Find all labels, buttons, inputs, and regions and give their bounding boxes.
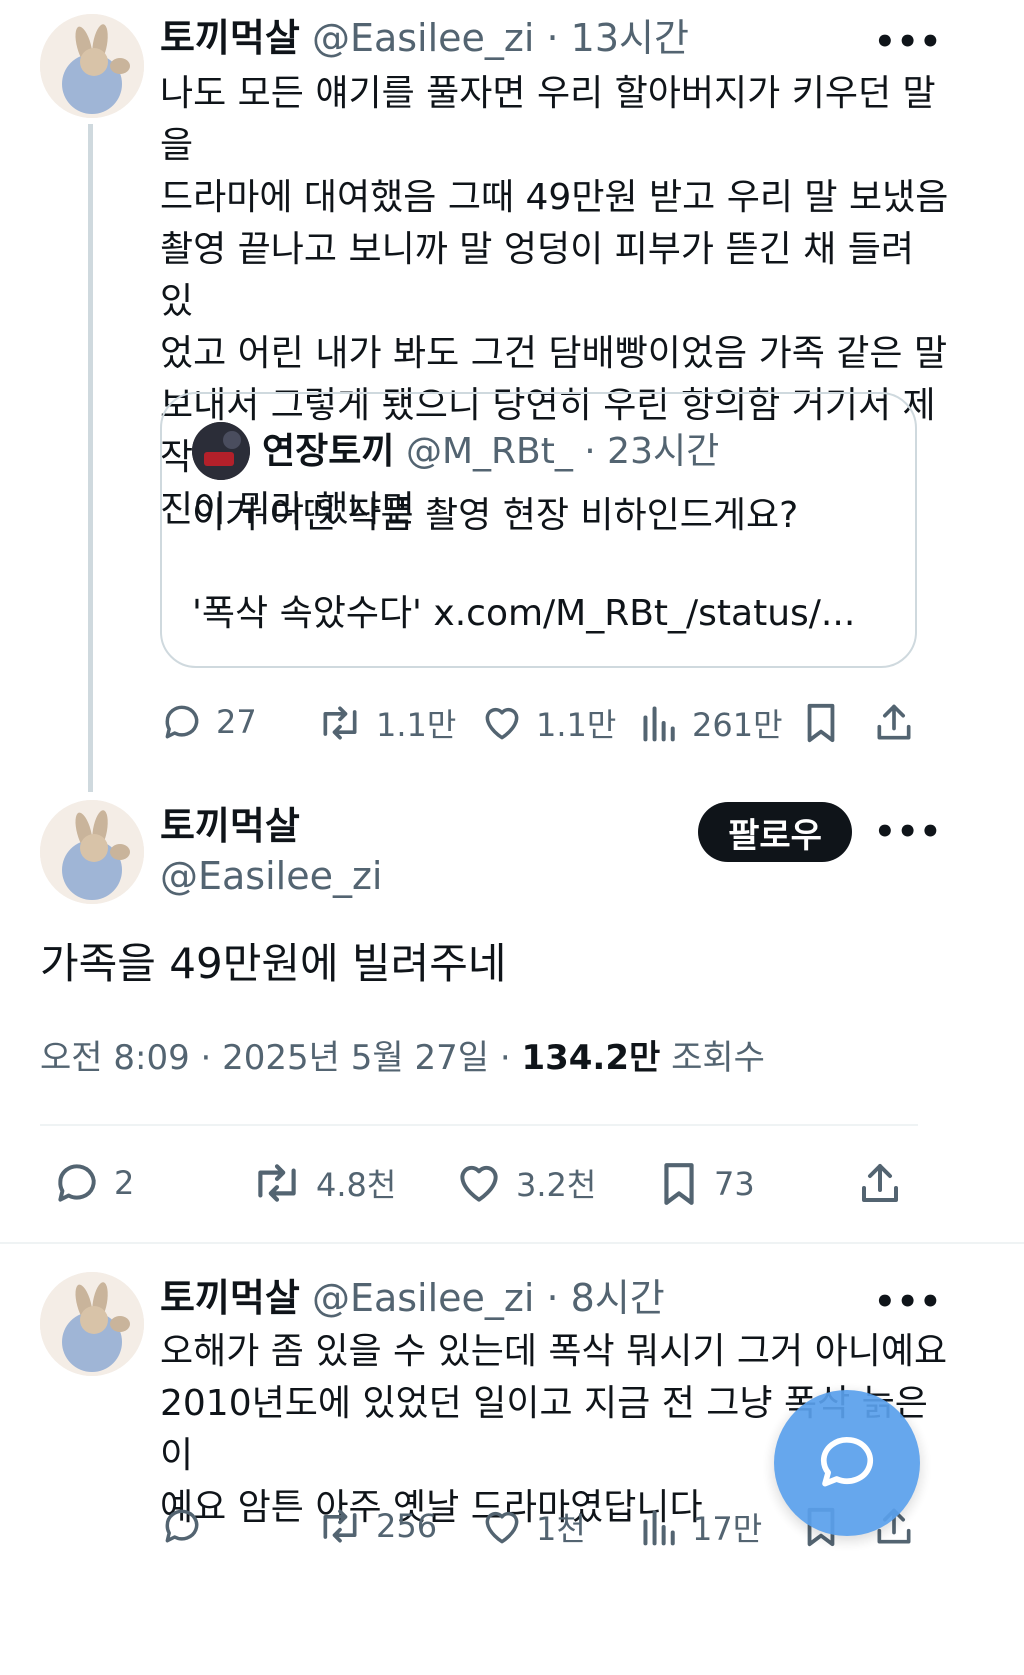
rabbit-illustration — [40, 800, 144, 904]
heart-icon — [485, 707, 519, 740]
handle[interactable]: @Easilee_zi — [160, 854, 382, 898]
retweet-count: 4.8천 — [316, 1166, 397, 1204]
quoted-text-line2: '폭삭 속았수다' x.com/M_RBt_/status/... — [192, 593, 856, 634]
views-count: 134.2만 — [521, 1038, 661, 1078]
retweet-count: 1.1만 — [376, 706, 457, 744]
divider — [0, 1242, 1024, 1244]
tweet-header: 토끼먹살 @Easilee_zi · 8시간 — [160, 1276, 665, 1320]
timestamp[interactable]: · 13시간 — [547, 16, 689, 60]
like-button[interactable]: 3.2천 — [454, 1158, 596, 1208]
share-button[interactable] — [872, 700, 916, 750]
quoted-tweet-card[interactable]: 연장토끼 @M_RBt_ · 23시간 이거 어떤 작품 촬영 현장 비하인드게… — [160, 392, 917, 668]
retweet-count: 256 — [376, 1507, 438, 1545]
retweet-button[interactable]: 4.8천 — [250, 1158, 396, 1208]
share-icon — [877, 704, 911, 740]
tweet-meta: 오전 8:09 · 2025년 5월 27일 · 134.2만 조회수 — [40, 1036, 765, 1080]
views-button[interactable]: 17만 — [640, 1504, 762, 1550]
views-button[interactable]: 261만 — [640, 700, 783, 746]
thread-line — [88, 124, 93, 792]
display-name[interactable]: 토끼먹살 — [160, 16, 300, 60]
more-options-icon[interactable]: ••• — [874, 1282, 942, 1322]
quoted-handle: @M_RBt_ — [405, 431, 573, 472]
heart-icon — [485, 1511, 519, 1544]
bookmark-button[interactable]: 73 — [656, 1158, 755, 1210]
analytics-icon — [643, 706, 675, 742]
quoted-timestamp: · 23시간 — [584, 431, 720, 472]
display-name[interactable]: 토끼먹살 — [160, 1276, 300, 1320]
retweet-button[interactable]: 1.1만 — [316, 700, 456, 746]
reply-icon — [165, 1509, 199, 1543]
reply-button[interactable] — [160, 1504, 204, 1548]
more-options-icon[interactable]: ••• — [874, 812, 942, 852]
views-label: 조회수 — [660, 1038, 765, 1078]
like-button[interactable]: 1천 — [480, 1504, 586, 1550]
post-timestamp[interactable]: 오전 8:09 · 2025년 5월 27일 · — [40, 1038, 521, 1078]
quoted-avatar — [192, 422, 250, 480]
avatar[interactable] — [40, 800, 144, 904]
retweet-icon — [258, 1164, 296, 1202]
divider — [40, 1124, 918, 1126]
quoted-display-name: 연장토끼 — [262, 431, 395, 472]
chat-bubble-icon — [820, 1437, 874, 1487]
main-tweet-text: 가족을 49만원에 빌려주네 — [40, 939, 507, 988]
heart-icon — [460, 1165, 498, 1202]
handle[interactable]: @Easilee_zi — [312, 16, 534, 60]
retweet-button[interactable]: 256 — [316, 1504, 437, 1548]
follow-button[interactable]: 팔로우 — [698, 802, 852, 862]
photo-thumbnail — [192, 422, 250, 480]
bookmark-icon — [807, 703, 835, 743]
reply-button[interactable]: 2 — [52, 1158, 134, 1208]
retweet-icon — [323, 706, 357, 740]
like-count: 1천 — [536, 1510, 586, 1548]
like-count: 3.2천 — [516, 1166, 597, 1204]
share-button[interactable] — [856, 1158, 904, 1214]
view-count: 17만 — [692, 1510, 763, 1548]
reply-icon — [58, 1164, 96, 1202]
avatar[interactable] — [40, 14, 144, 118]
bookmark-count: 73 — [714, 1165, 755, 1203]
retweet-icon — [323, 1509, 357, 1543]
reply-icon — [165, 705, 199, 739]
quoted-text-line1: 이거 어떤 작품 촬영 현장 비하인드게요? — [192, 495, 799, 536]
like-button[interactable]: 1.1만 — [480, 700, 616, 746]
display-name[interactable]: 토끼먹살 — [160, 804, 300, 848]
reply-button[interactable]: 27 — [160, 700, 257, 744]
rabbit-illustration — [40, 1272, 144, 1376]
bookmark-icon — [664, 1163, 694, 1205]
reply-count: 2 — [114, 1164, 135, 1202]
floating-reply-button[interactable] — [774, 1390, 920, 1536]
share-icon — [862, 1164, 898, 1202]
rabbit-illustration — [40, 14, 144, 118]
more-options-icon[interactable]: ••• — [874, 22, 942, 62]
like-count: 1.1만 — [536, 706, 617, 744]
bookmark-button[interactable] — [800, 700, 842, 750]
analytics-icon — [643, 1510, 675, 1546]
tweet-header: 토끼먹살 @Easilee_zi · 13시간 — [160, 16, 689, 60]
timestamp[interactable]: · 8시간 — [547, 1276, 665, 1320]
handle[interactable]: @Easilee_zi — [312, 1276, 534, 1320]
reply-count: 27 — [216, 703, 257, 741]
avatar[interactable] — [40, 1272, 144, 1376]
view-count: 261만 — [692, 706, 783, 744]
quoted-header: 연장토끼 @M_RBt_ · 23시간 — [262, 430, 719, 474]
